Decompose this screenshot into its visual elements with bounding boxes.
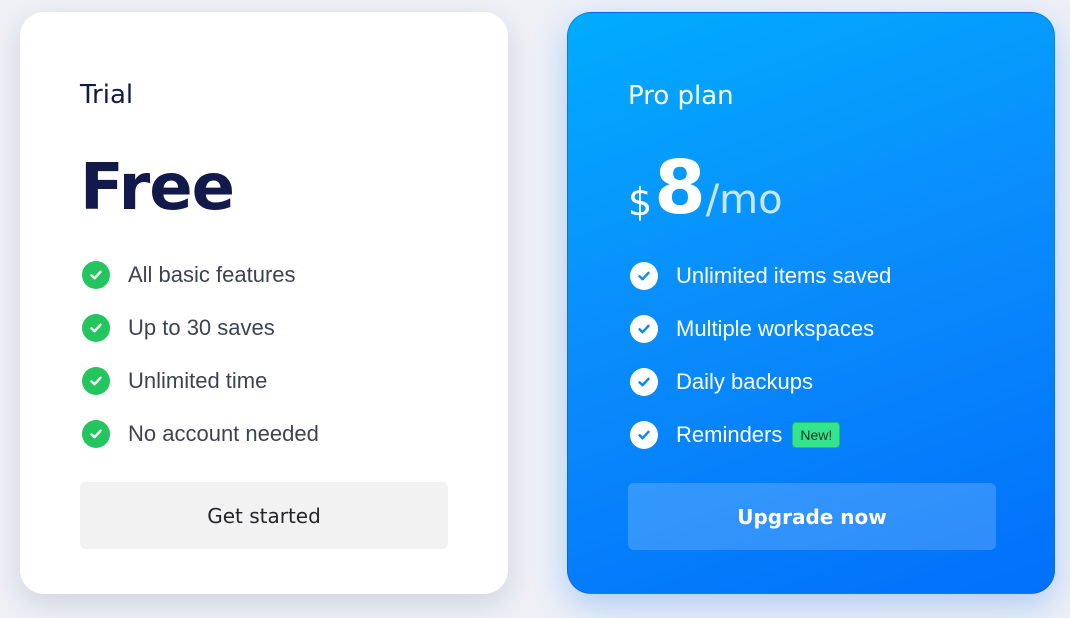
check-circle-icon: [82, 313, 110, 342]
check-circle-icon: [82, 419, 110, 448]
trial-feature-label: Unlimited time: [128, 367, 268, 393]
pro-plan-card: Pro plan $ 8 /mo Unlimited items saved M…: [567, 12, 1055, 594]
check-circle-icon: [82, 366, 110, 395]
trial-feature-item: Unlimited time: [80, 354, 448, 407]
trial-feature-list: All basic features Up to 30 saves Unlimi…: [80, 248, 448, 460]
pro-price: $ 8 /mo: [628, 145, 994, 231]
trial-feature-label: All basic features: [128, 261, 296, 287]
check-circle-icon: [630, 367, 658, 396]
trial-feature-item: Up to 30 saves: [80, 301, 448, 354]
pro-feature-item: Multiple workspaces: [628, 302, 994, 355]
trial-feature-item: No account needed: [80, 407, 448, 460]
pro-feature-list: Unlimited items saved Multiple workspace…: [628, 249, 994, 461]
check-circle-icon: [630, 314, 658, 343]
pro-feature-item: Unlimited items saved: [628, 249, 994, 302]
price-currency: $: [628, 180, 653, 224]
pro-feature-label: Reminders: [676, 421, 783, 447]
trial-price: Free: [80, 152, 448, 224]
trial-feature-label: No account needed: [128, 420, 319, 446]
trial-feature-item: All basic features: [80, 248, 448, 301]
new-badge: New!: [792, 421, 841, 448]
pro-feature-label: Daily backups: [676, 368, 813, 394]
pro-feature-label: Unlimited items saved: [676, 262, 892, 288]
price-period: /mo: [705, 177, 783, 223]
trial-plan-card: Trial Free All basic features Up to 30 s…: [20, 12, 508, 594]
check-circle-icon: [630, 420, 658, 449]
pro-plan-name: Pro plan: [628, 81, 734, 111]
get-started-button[interactable]: Get started: [80, 482, 448, 549]
check-circle-icon: [630, 261, 658, 290]
check-circle-icon: [82, 260, 110, 289]
pro-feature-item: Reminders New!: [628, 408, 994, 461]
upgrade-now-button[interactable]: Upgrade now: [628, 483, 996, 550]
trial-feature-label: Up to 30 saves: [128, 314, 275, 340]
trial-price-value: Free: [80, 151, 235, 225]
pricing-section: Trial Free All basic features Up to 30 s…: [0, 0, 1070, 618]
trial-plan-name: Trial: [80, 80, 134, 110]
pro-feature-label: Multiple workspaces: [676, 315, 875, 341]
price-amount: 8: [654, 145, 706, 231]
pro-feature-item: Daily backups: [628, 355, 994, 408]
